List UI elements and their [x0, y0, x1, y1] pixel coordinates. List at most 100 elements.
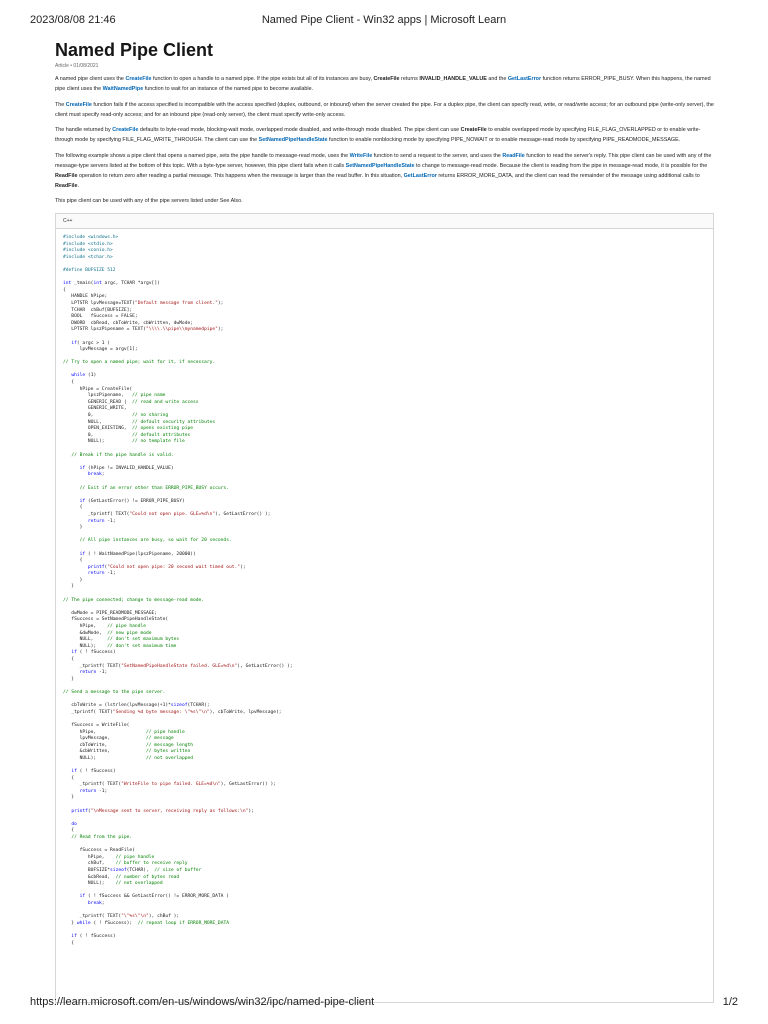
paragraph: The following example shows a pipe clien… [55, 151, 715, 191]
code-line: #include <stdio.h> [63, 241, 113, 247]
article-body: A named pipe client uses the CreateFile … [55, 74, 715, 212]
code-line: NULL); // not overlapped [63, 755, 194, 761]
text: function to enable nonblocking mode by s… [327, 137, 681, 143]
api-link[interactable]: SetNamedPipeHandleState [346, 163, 415, 169]
api-link[interactable]: CreateFile [125, 76, 151, 82]
code-line: // Try to open a named pipe; wait for it… [63, 360, 216, 366]
print-page-title: Named Pipe Client - Win32 apps | Microso… [261, 14, 507, 26]
code-line: #include <tchar.h> [63, 254, 113, 260]
code-line: if (GetLastError() != ERROR_PIPE_BUSY) [79, 498, 185, 504]
text: defaults to byte-read mode, blocking-wai… [138, 127, 461, 133]
text: The handle returned by [55, 127, 113, 133]
code-line: } [63, 676, 75, 682]
code-block: C++ #include <windows.h> #include <stdio.… [55, 213, 714, 1003]
code-line: BOOL fSuccess = FALSE; [63, 314, 138, 320]
code-line: &cbWritten, // bytes written [63, 749, 191, 755]
code-line: // Read from the pipe. [71, 835, 133, 841]
bold-term: INVALID_HANDLE_VALUE [419, 76, 487, 82]
code-line: return -1; [87, 518, 116, 524]
api-link[interactable]: WriteFile [350, 153, 373, 159]
text: . [77, 182, 79, 189]
code-line: } [63, 577, 83, 583]
code-line: NULL); // don't set maximum time [63, 643, 177, 649]
text: operation to return zero after reading a… [77, 172, 404, 179]
paragraph: The handle returned by CreateFile defaul… [55, 125, 715, 145]
code-line: // The pipe connected; change to message… [63, 597, 205, 603]
code-line: } while ( ! fSuccess); // repeat loop if… [63, 920, 229, 926]
code-language-label: C++ [56, 214, 713, 229]
code-line: { [63, 657, 75, 662]
api-link[interactable]: GetLastError [508, 76, 541, 82]
code-line: BUFSIZE*sizeof(TCHAR), // size of buffer [63, 868, 202, 873]
code-line: GENERIC_READ | // read and write access [63, 399, 199, 405]
text: function to wait for an instance of the … [143, 86, 314, 92]
code-line: return -1; [79, 670, 108, 676]
code-line: LPTSTR lpvMessage=TEXT("Default message … [63, 300, 224, 306]
code-line: // All pipe instances are busy, so wait … [79, 538, 232, 544]
code-line: // Break if the pipe handle is valid. [71, 452, 174, 458]
code-line: do [71, 821, 77, 827]
text: The following example shows a pipe clien… [55, 152, 350, 159]
text: returns ERROR_MORE_DATA, and the client … [436, 172, 700, 179]
page-number: 1/2 [722, 996, 738, 1008]
code-line: fSuccess = WriteFile( [63, 722, 130, 728]
text: function to open a handle to a named pip… [151, 76, 374, 82]
code-line: _tprintf( TEXT("SetNamedPipeHandleState … [63, 663, 293, 669]
api-link[interactable]: CreateFile [66, 102, 92, 108]
code-line: printf("\nMessage sent to server, receiv… [71, 808, 254, 814]
article-meta: Article • 01/08/2021 [55, 63, 99, 69]
code-line: cbToWrite = (lstrlen(lpvMessage)+1)*size… [63, 703, 210, 709]
code-line: { [63, 505, 83, 511]
api-link[interactable]: ReadFile [502, 153, 524, 159]
code-line: #define BUFSIZE 512 [63, 267, 116, 273]
code-line: break; [87, 900, 105, 906]
code-line: if( argc > 1 ) [71, 340, 111, 346]
code-line: #include <conio.h> [63, 248, 113, 254]
code-line: if (hPipe != INVALID_HANDLE_VALUE) [79, 465, 174, 471]
bold-term: ReadFile [55, 172, 78, 179]
bold-term: ReadFile [55, 182, 78, 189]
text: This pipe client can be used with any of… [55, 198, 243, 204]
code-line: fSuccess = ReadFile( [63, 848, 135, 854]
paragraph: This pipe client can be used with any of… [55, 196, 715, 206]
api-link[interactable]: CreateFile [112, 127, 138, 133]
api-link[interactable]: WaitNamedPipe [103, 86, 144, 92]
code-line: { [63, 828, 75, 834]
code-line: // Send a message to the pipe server. [63, 689, 166, 695]
text: A named pipe client uses the [55, 76, 126, 82]
code-line: { [63, 380, 75, 386]
code-line: chBuf, // buffer to receive reply [63, 861, 188, 867]
api-link[interactable]: GetLastError [404, 173, 437, 179]
code-line: if ( ! WaitNamedPipe(lpszPipename, 20000… [79, 551, 196, 557]
text: function to send a request to the server… [372, 152, 503, 159]
code-line: fSuccess = SetNamedPipeHandleState( [63, 617, 169, 623]
bold-term: CreateFile [460, 127, 487, 133]
api-link[interactable]: SetNamedPipeHandleState [259, 137, 328, 143]
code-line: if ( ! fSuccess && GetLastError() != ERR… [79, 894, 229, 900]
code-line: #include <windows.h> [63, 235, 119, 240]
code-line: return -1; [87, 571, 116, 577]
code-line: NULL); // not overlapped [63, 881, 163, 887]
code-line: _tprintf( TEXT("Could not open pipe. GLE… [63, 511, 271, 517]
code-line: if ( ! fSuccess) [71, 933, 116, 939]
page-title: Named Pipe Client [55, 40, 214, 60]
paragraph: The CreateFile function fails if the acc… [55, 100, 715, 120]
code-line: while (1) [71, 373, 97, 379]
code-line: lpvMessage = argv[1]; [63, 347, 138, 353]
code-line: lpvMessage, // message [63, 736, 174, 742]
text: The [55, 101, 66, 108]
code-line: } [63, 525, 83, 531]
